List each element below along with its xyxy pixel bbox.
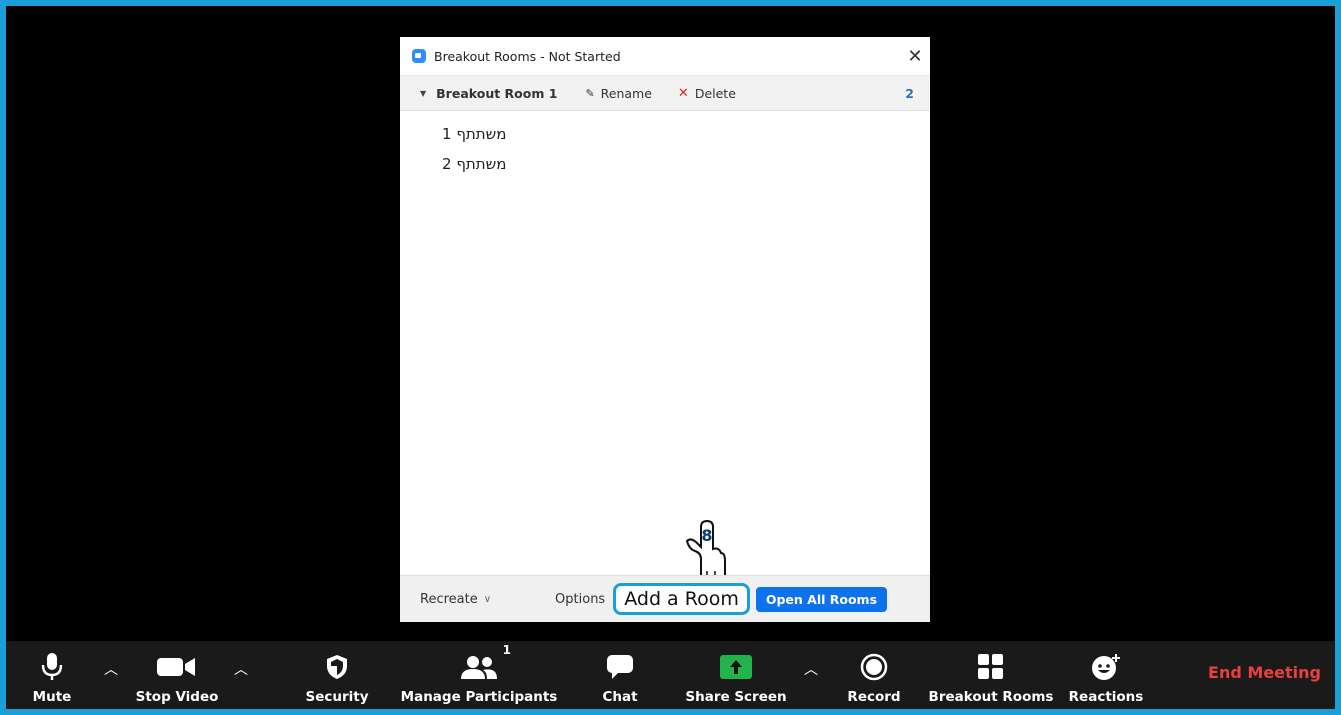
close-icon[interactable]: ✕	[900, 46, 930, 67]
add-room-button[interactable]: Add a Room	[613, 583, 750, 615]
participants-icon: 1	[461, 643, 511, 685]
record-icon	[860, 649, 888, 685]
recreate-label: Recreate	[420, 591, 478, 607]
stop-video-button[interactable]: Stop Video	[132, 641, 222, 709]
caret-down-icon[interactable]: ▼	[420, 89, 426, 98]
participant-item[interactable]: משתתף 1	[442, 119, 930, 149]
breakout-rooms-button[interactable]: Breakout Rooms	[926, 641, 1056, 709]
room-name: Breakout Room 1	[436, 85, 558, 101]
rename-button[interactable]: ✎ Rename	[585, 86, 651, 101]
share-screen-icon	[720, 649, 752, 685]
security-button[interactable]: Security	[302, 641, 372, 709]
manage-participants-label: Manage Participants	[400, 689, 558, 705]
delete-label: Delete	[694, 85, 736, 101]
emoji-plus-icon	[1091, 649, 1121, 685]
delete-x-icon: ✕	[677, 85, 689, 101]
pencil-icon: ✎	[585, 86, 595, 100]
dialog-footer: Recreate ∨ Options Add a Room Open All R…	[400, 575, 930, 622]
audio-options-caret[interactable]: ︿	[104, 659, 118, 679]
participant-count-badge: 1	[502, 643, 511, 657]
room-header[interactable]: ▼ Breakout Room 1 ✎ Rename ✕ Delete 2	[400, 75, 930, 111]
mute-button[interactable]: Mute	[26, 641, 78, 709]
participant-list: משתתף 1 משתתף 2	[400, 111, 930, 179]
reactions-button[interactable]: Reactions	[1066, 641, 1146, 709]
delete-button[interactable]: ✕ Delete	[678, 86, 736, 101]
record-label: Record	[847, 689, 901, 705]
record-button[interactable]: Record	[844, 641, 904, 709]
microphone-icon	[41, 649, 63, 685]
zoom-app-icon	[412, 49, 426, 63]
breakout-rooms-label: Breakout Rooms	[928, 689, 1054, 705]
step-number: 8	[701, 526, 712, 545]
share-screen-label: Share Screen	[685, 689, 787, 705]
meeting-toolbar: Mute ︿ Stop Video ︿ Security 1 Manage Pa…	[6, 641, 1335, 709]
meeting-stage: Breakout Rooms - Not Started ✕ ▼ Breakou…	[6, 6, 1335, 709]
chevron-down-icon: ∨	[483, 593, 492, 605]
share-options-caret[interactable]: ︿	[804, 659, 818, 679]
stop-video-label: Stop Video	[135, 689, 219, 705]
participant-count: 2	[905, 85, 914, 101]
breakout-rooms-dialog: Breakout Rooms - Not Started ✕ ▼ Breakou…	[400, 37, 930, 622]
share-screen-button[interactable]: Share Screen	[685, 641, 787, 709]
reactions-label: Reactions	[1068, 689, 1144, 705]
open-all-rooms-button[interactable]: Open All Rooms	[755, 586, 888, 612]
chat-label: Chat	[602, 689, 638, 705]
shield-icon	[326, 649, 348, 685]
video-options-caret[interactable]: ︿	[234, 659, 248, 679]
participant-item[interactable]: משתתף 2	[442, 149, 930, 179]
breakout-rooms-icon	[978, 649, 1004, 685]
dialog-title: Breakout Rooms - Not Started	[434, 48, 621, 64]
chat-button[interactable]: Chat	[598, 641, 642, 709]
video-camera-icon	[157, 649, 197, 685]
end-meeting-button[interactable]: End Meeting	[1208, 663, 1321, 682]
security-label: Security	[305, 689, 369, 705]
recreate-dropdown[interactable]: Recreate ∨	[420, 592, 491, 607]
chat-bubble-icon	[606, 649, 634, 685]
options-button[interactable]: Options	[555, 592, 605, 607]
mute-label: Mute	[32, 689, 72, 705]
dialog-titlebar: Breakout Rooms - Not Started ✕	[400, 37, 930, 75]
rename-label: Rename	[600, 85, 652, 101]
manage-participants-button[interactable]: 1 Manage Participants	[399, 641, 559, 709]
